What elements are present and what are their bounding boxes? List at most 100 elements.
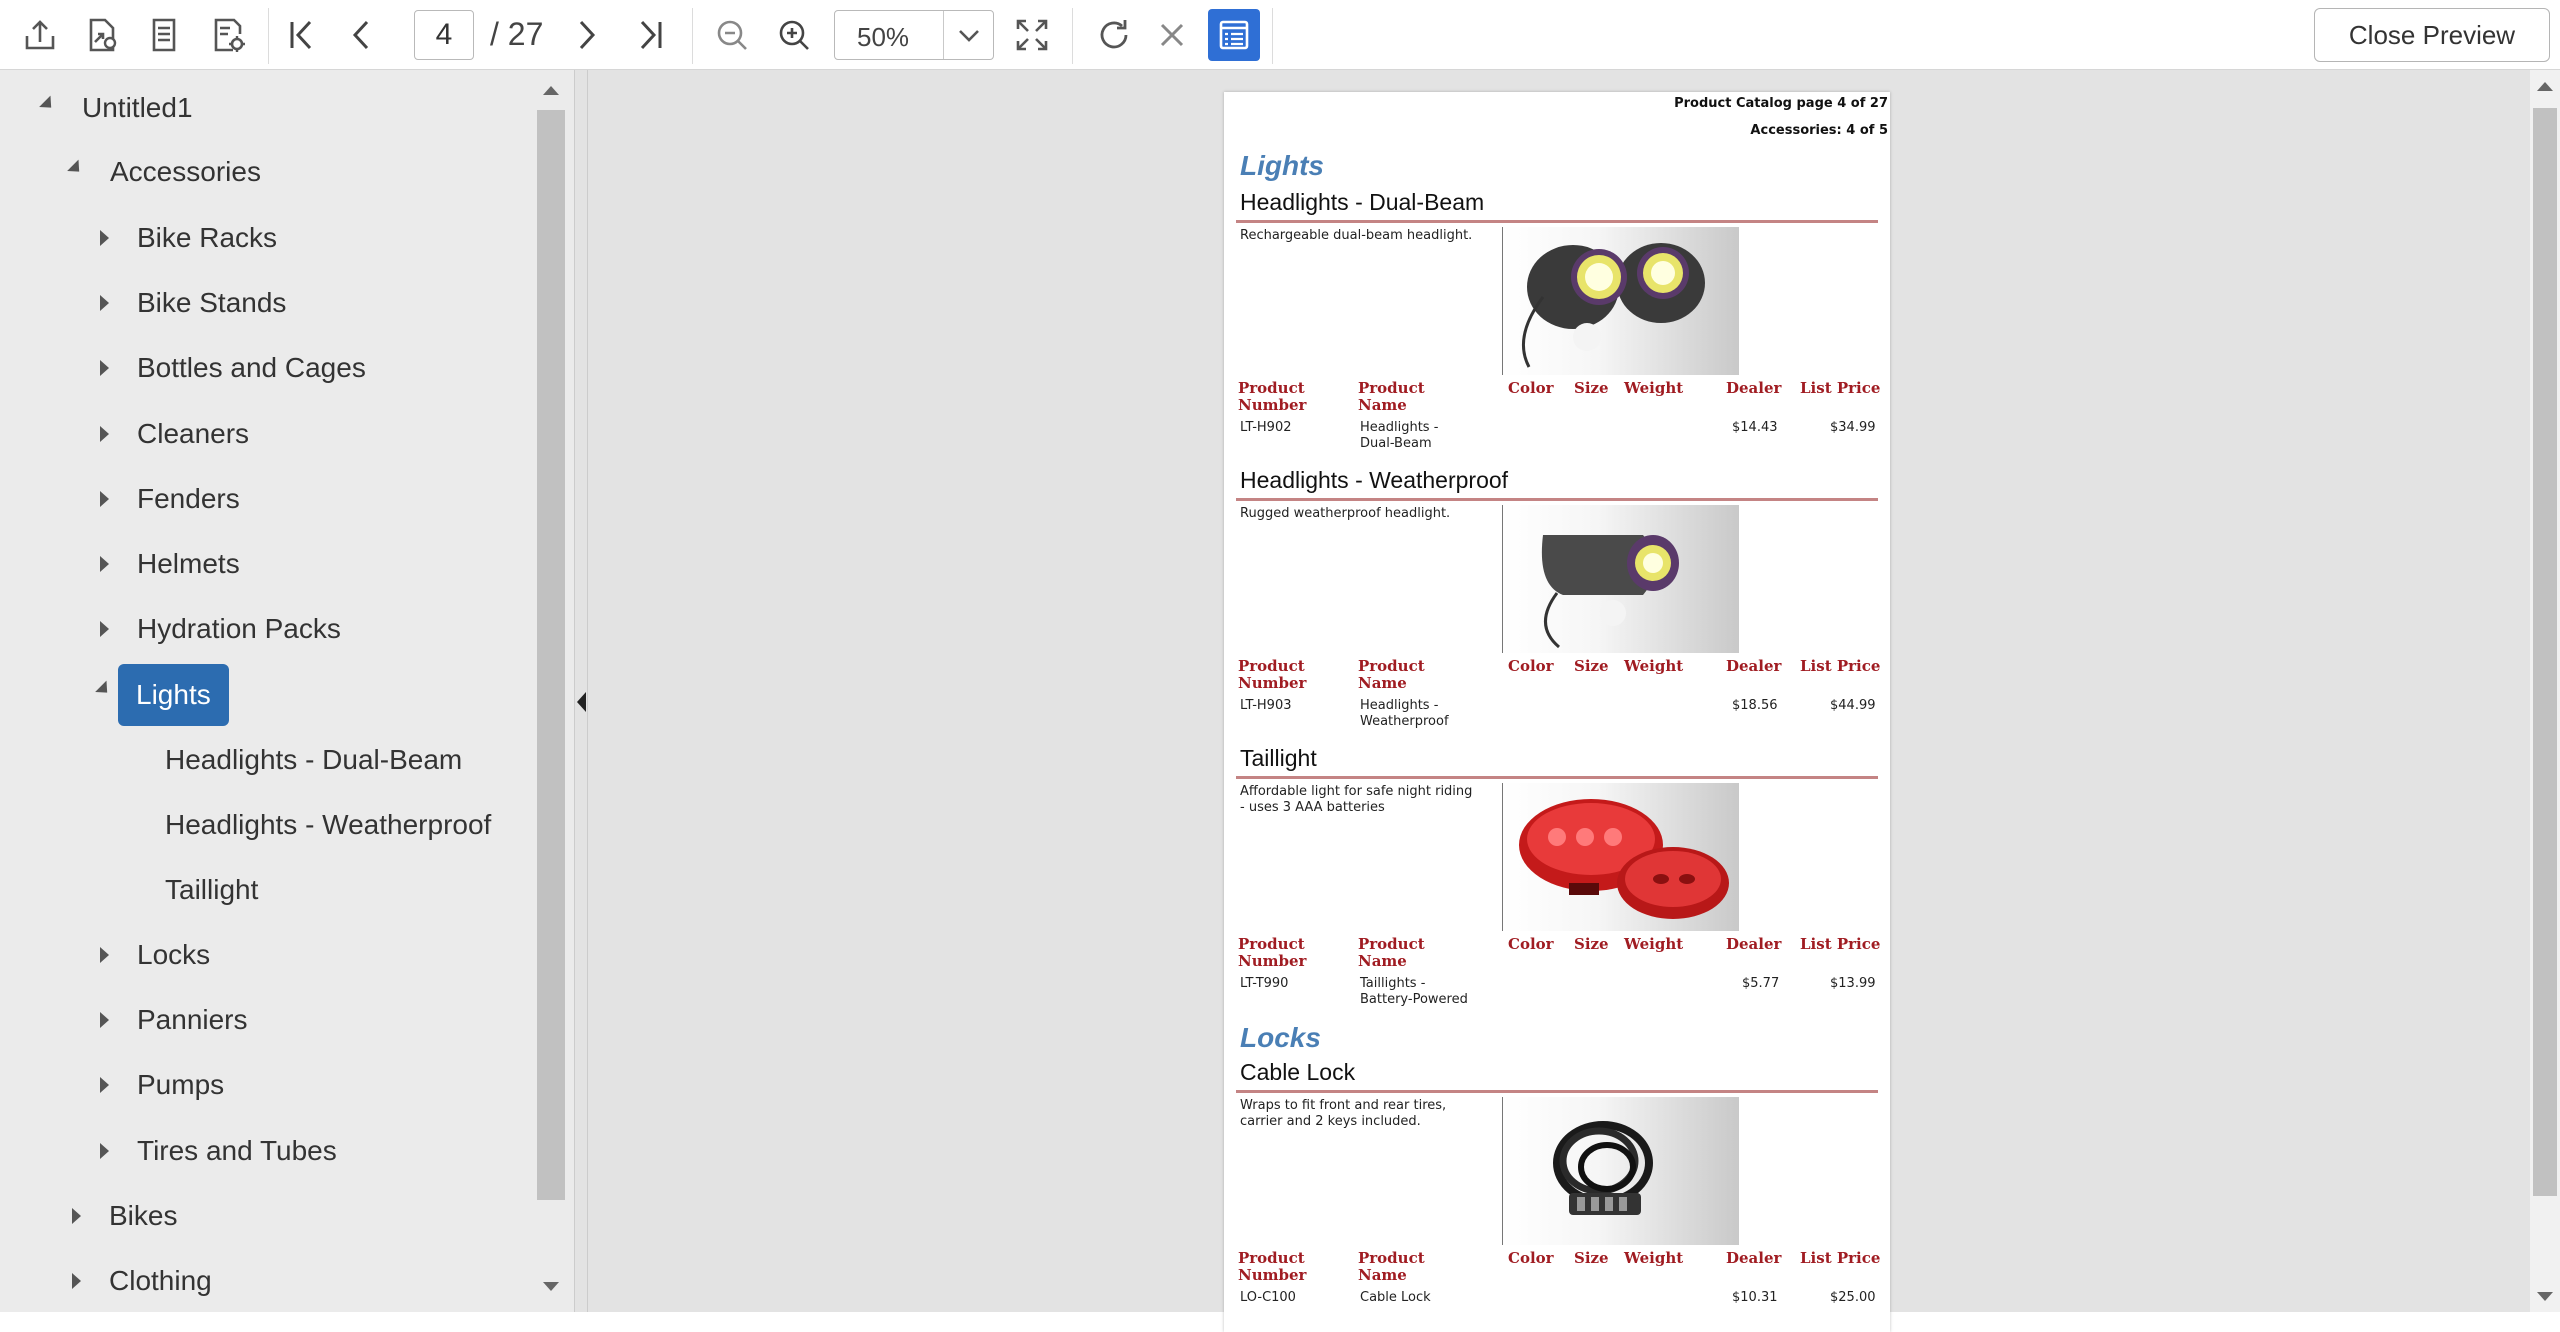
tree-label: Locks bbox=[137, 939, 211, 970]
chevron-down-icon[interactable] bbox=[943, 11, 994, 59]
column-header: List Price bbox=[1800, 935, 1881, 953]
tree-node-pumps[interactable]: Pumps bbox=[100, 1057, 224, 1113]
separator bbox=[1272, 8, 1273, 64]
panel-splitter[interactable] bbox=[574, 70, 588, 1312]
tree-label-selected[interactable]: Lights bbox=[118, 664, 229, 726]
caret-right-icon[interactable] bbox=[72, 1208, 81, 1224]
caret-right-icon[interactable] bbox=[100, 1143, 109, 1159]
product-name-cell: Headlights - Weatherproof bbox=[1360, 698, 1449, 729]
product-number-cell: LT-T990 bbox=[1240, 976, 1289, 991]
caret-right-icon[interactable] bbox=[100, 491, 109, 507]
scroll-up-icon[interactable] bbox=[2537, 82, 2553, 91]
caret-right-icon[interactable] bbox=[100, 360, 109, 376]
caret-right-icon[interactable] bbox=[100, 426, 109, 442]
zoom-select[interactable]: 50% bbox=[834, 10, 994, 60]
collapse-left-icon[interactable] bbox=[577, 692, 586, 712]
tree-node-headlights-dual-beam[interactable]: Headlights - Dual-Beam bbox=[165, 732, 462, 788]
tree-label: Bottles and Cages bbox=[137, 352, 366, 383]
column-header: Weight bbox=[1624, 657, 1684, 675]
previous-page-icon[interactable] bbox=[336, 9, 388, 61]
column-header: List Price bbox=[1800, 379, 1881, 397]
divider bbox=[1236, 776, 1878, 779]
product-name-cell: Cable Lock bbox=[1360, 1290, 1431, 1305]
refresh-icon[interactable] bbox=[1088, 9, 1140, 61]
tree-node-helmets[interactable]: Helmets bbox=[100, 536, 240, 592]
caret-right-icon[interactable] bbox=[100, 230, 109, 246]
column-header: Product Name bbox=[1358, 935, 1425, 970]
tree-label: Untitled1 bbox=[82, 92, 193, 123]
tree-node-hydration-packs[interactable]: Hydration Packs bbox=[100, 601, 341, 657]
tree-node-headlights-weatherproof[interactable]: Headlights - Weatherproof bbox=[165, 797, 491, 853]
tree-label: Fenders bbox=[137, 483, 240, 514]
caret-right-icon[interactable] bbox=[100, 295, 109, 311]
tree-node-tires-and-tubes[interactable]: Tires and Tubes bbox=[100, 1123, 337, 1179]
product-title: Headlights - Dual-Beam bbox=[1240, 189, 1485, 215]
caret-right-icon[interactable] bbox=[72, 1273, 81, 1289]
tree-node-cleaners[interactable]: Cleaners bbox=[100, 406, 249, 462]
next-page-icon[interactable] bbox=[560, 9, 612, 61]
tree-node-locks[interactable]: Locks bbox=[100, 927, 210, 983]
preview-scrollbar-thumb[interactable] bbox=[2533, 108, 2557, 1196]
tree-node-bike-stands[interactable]: Bike Stands bbox=[100, 275, 286, 331]
tree-node-lights[interactable]: Lights bbox=[95, 664, 229, 726]
column-header: Weight bbox=[1624, 379, 1684, 397]
tree-label: Hydration Packs bbox=[137, 613, 341, 644]
report-page: Product Catalog page 4 of 27 Accessories… bbox=[1224, 92, 1890, 1332]
document-icon[interactable] bbox=[138, 9, 190, 61]
page-setup-icon[interactable] bbox=[202, 9, 254, 61]
export-to-icon[interactable] bbox=[76, 9, 128, 61]
tree-node-taillight[interactable]: Taillight bbox=[165, 862, 258, 918]
product-description: Rechargeable dual-beam headlight. bbox=[1240, 228, 1473, 243]
fullscreen-icon[interactable] bbox=[1006, 9, 1058, 61]
caret-right-icon[interactable] bbox=[100, 1012, 109, 1028]
tree-node-panniers[interactable]: Panniers bbox=[100, 992, 248, 1048]
column-header: Dealer bbox=[1726, 657, 1782, 675]
divider bbox=[1236, 498, 1878, 501]
column-header: Size bbox=[1574, 935, 1609, 953]
column-header: Weight bbox=[1624, 1249, 1684, 1267]
zoom-in-icon[interactable] bbox=[768, 9, 820, 61]
product-title: Headlights - Weatherproof bbox=[1240, 467, 1509, 493]
tree-label: Accessories bbox=[110, 156, 261, 187]
column-header: Product Name bbox=[1358, 657, 1425, 692]
zoom-out-icon[interactable] bbox=[706, 9, 758, 61]
tree-node-bottles-and-cages[interactable]: Bottles and Cages bbox=[100, 340, 366, 396]
caret-right-icon[interactable] bbox=[100, 1077, 109, 1093]
tree-node-accessories[interactable]: Accessories bbox=[67, 144, 261, 200]
current-page-input[interactable] bbox=[414, 10, 474, 60]
dealer-price-cell: $18.56 bbox=[1732, 698, 1778, 713]
tree-label: Headlights - Dual-Beam bbox=[165, 744, 463, 775]
column-header: List Price bbox=[1800, 657, 1881, 675]
last-page-icon[interactable] bbox=[624, 9, 676, 61]
product-image-headlights-dual-beam bbox=[1502, 227, 1739, 375]
scroll-down-icon[interactable] bbox=[543, 1282, 559, 1291]
first-page-icon[interactable] bbox=[276, 9, 328, 61]
caret-right-icon[interactable] bbox=[100, 947, 109, 963]
caret-down-icon[interactable] bbox=[39, 95, 57, 114]
caret-right-icon[interactable] bbox=[100, 621, 109, 637]
scroll-down-icon[interactable] bbox=[2537, 1292, 2553, 1301]
product-name-cell: Headlights - Dual-Beam bbox=[1360, 420, 1439, 451]
scroll-up-icon[interactable] bbox=[543, 86, 559, 95]
caret-right-icon[interactable] bbox=[100, 556, 109, 572]
document-map-icon[interactable] bbox=[1208, 9, 1260, 61]
close-icon[interactable] bbox=[1146, 9, 1198, 61]
tree-node-bike-racks[interactable]: Bike Racks bbox=[100, 210, 277, 266]
product-description: Wraps to fit front and rear tires, carri… bbox=[1240, 1098, 1447, 1129]
tree-label: Cleaners bbox=[137, 418, 250, 449]
export-icon[interactable] bbox=[14, 9, 66, 61]
tree-node-clothing[interactable]: Clothing bbox=[72, 1253, 212, 1309]
product-title: Taillight bbox=[1240, 745, 1317, 771]
caret-down-icon[interactable] bbox=[95, 680, 113, 699]
column-header: Product Name bbox=[1358, 1249, 1425, 1284]
sidebar-scrollbar-thumb[interactable] bbox=[537, 110, 565, 1200]
product-number-cell: LT-H902 bbox=[1240, 420, 1292, 435]
divider bbox=[1236, 220, 1878, 223]
caret-down-icon[interactable] bbox=[67, 159, 85, 178]
product-name-cell: Taillights - Battery-Powered bbox=[1360, 976, 1468, 1007]
close-preview-button[interactable]: Close Preview bbox=[2314, 8, 2550, 62]
column-header: Dealer bbox=[1726, 379, 1782, 397]
tree-node-root[interactable]: Untitled1 bbox=[39, 80, 193, 136]
tree-node-fenders[interactable]: Fenders bbox=[100, 471, 240, 527]
tree-node-bikes[interactable]: Bikes bbox=[72, 1188, 177, 1244]
